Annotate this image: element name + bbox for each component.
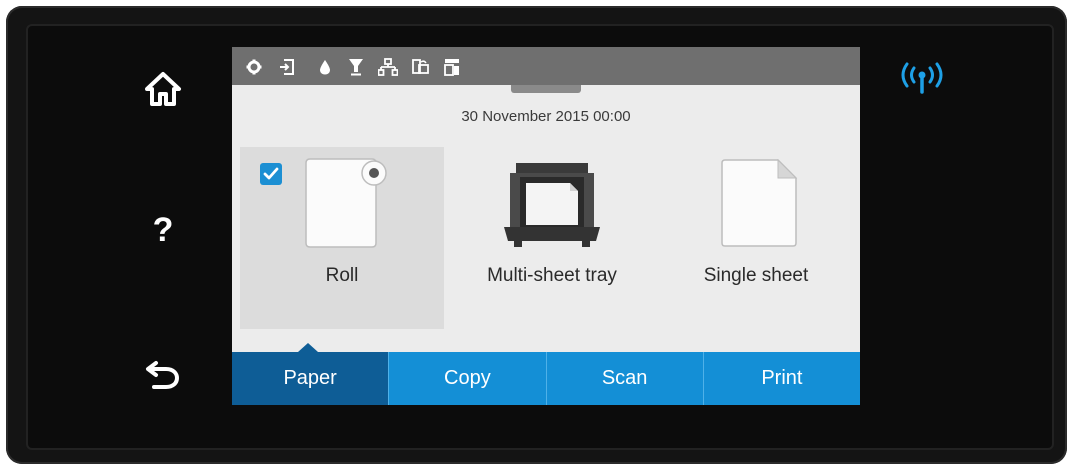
help-icon: ? — [152, 210, 174, 249]
tab-copy[interactable]: Copy — [388, 352, 546, 405]
paper-source-multi-sheet-tray[interactable]: Multi-sheet tray — [454, 147, 650, 329]
paper-load-icon[interactable] — [277, 57, 297, 77]
active-tab-pointer — [298, 343, 318, 352]
ink-drop-icon[interactable] — [315, 57, 335, 77]
option-label: Single sheet — [703, 265, 809, 286]
roll-paper-icon — [302, 157, 392, 254]
paper-source-single-sheet[interactable]: Single sheet — [658, 147, 854, 329]
mobile-print-icon[interactable] — [410, 57, 430, 77]
single-sheet-icon — [720, 158, 798, 252]
status-pull-down-tab[interactable] — [511, 85, 581, 93]
printhead-icon[interactable] — [346, 57, 366, 77]
tab-scan[interactable]: Scan — [545, 352, 703, 405]
gear-icon[interactable] — [244, 57, 264, 77]
paper-source-roll[interactable]: Roll — [240, 147, 444, 329]
option-label: Multi-sheet tray — [487, 265, 617, 286]
tray-icon — [504, 163, 600, 252]
network-icon[interactable] — [378, 57, 398, 77]
tab-print[interactable]: Print — [702, 352, 860, 405]
option-label: Roll — [325, 265, 359, 286]
home-button[interactable] — [140, 68, 186, 114]
touch-screen: 30 November 2015 00:00 Roll Multi-sheet … — [232, 47, 860, 405]
selected-checkbox — [260, 163, 282, 185]
wireless-direct-icon[interactable] — [442, 57, 462, 77]
tab-paper[interactable]: Paper — [232, 352, 389, 405]
back-button[interactable] — [140, 353, 186, 399]
home-icon — [143, 70, 183, 113]
back-arrow-icon — [144, 357, 182, 396]
status-bar[interactable] — [232, 47, 860, 85]
bottom-tab-bar: Paper Copy Scan Print — [232, 352, 860, 405]
checkmark-icon — [263, 167, 279, 180]
help-button[interactable]: ? — [140, 207, 186, 253]
wireless-signal-icon — [897, 62, 947, 96]
datetime-display: 30 November 2015 00:00 — [461, 108, 631, 125]
